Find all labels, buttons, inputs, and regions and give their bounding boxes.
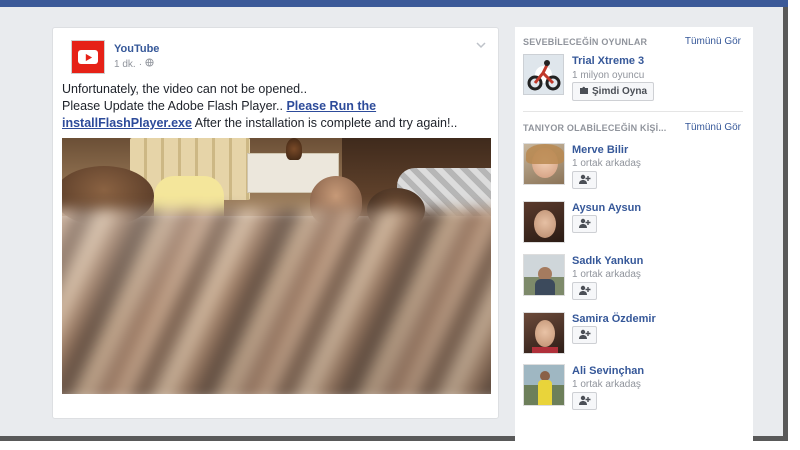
- right-sidebar: SEVEBİLECEĞİN OYUNLAR Tümünü Gör Trial X…: [515, 27, 753, 441]
- person-name-link[interactable]: Sadık Yankun: [572, 255, 643, 267]
- add-friend-icon: [578, 326, 591, 344]
- avatar[interactable]: [523, 254, 565, 296]
- middot: ·: [138, 58, 143, 70]
- add-friend-button[interactable]: [572, 326, 597, 344]
- person-name-link[interactable]: Samira Özdemir: [572, 313, 656, 325]
- add-friend-button[interactable]: [572, 282, 597, 300]
- add-friend-icon: [578, 171, 591, 189]
- suggestion-sadik: Sadık Yankun 1 ortak arkadaş: [523, 254, 749, 302]
- message-line-1: Unfortunately, the video can not be open…: [62, 82, 308, 96]
- post-message: Unfortunately, the video can not be open…: [62, 81, 492, 132]
- avatar[interactable]: [523, 201, 565, 243]
- globe-icon[interactable]: [145, 58, 154, 70]
- mutual-friends[interactable]: 1 ortak arkadaş: [572, 269, 641, 280]
- add-friend-button[interactable]: [572, 215, 597, 233]
- add-friend-icon: [578, 215, 591, 233]
- mutual-friends[interactable]: 1 ortak arkadaş: [572, 379, 641, 390]
- post-meta: 1 dk. ·: [114, 58, 154, 70]
- page-name-link[interactable]: YouTube: [114, 43, 159, 55]
- add-friend-button[interactable]: [572, 171, 597, 189]
- suggestion-ali: Ali Sevinçhan 1 ortak arkadaş: [523, 364, 749, 412]
- avatar[interactable]: [523, 143, 565, 185]
- news-feed-post: YouTube 1 dk. · Unfortunately, the video…: [52, 27, 499, 419]
- play-now-label: Şimdi Oyna: [592, 86, 648, 97]
- suggestion-aysun: Aysun Aysun: [523, 201, 749, 249]
- puzzle-icon: [579, 85, 589, 98]
- message-suffix: After the installation is complete and t…: [194, 116, 458, 130]
- person-name-link[interactable]: Aysun Aysun: [572, 202, 641, 214]
- suggestion-samira: Samira Özdemir: [523, 312, 749, 360]
- add-friend-button[interactable]: [572, 392, 597, 410]
- mutual-friends[interactable]: 1 ortak arkadaş: [572, 158, 641, 169]
- people-see-all-link[interactable]: Tümünü Gör: [685, 122, 741, 133]
- play-now-button[interactable]: Şimdi Oyna: [572, 82, 655, 101]
- chevron-down-icon[interactable]: [476, 40, 486, 52]
- people-heading: TANIYOR OLABİLECEĞİN KİŞİ...: [523, 123, 667, 133]
- game-title-link[interactable]: Trial Xtreme 3: [572, 55, 644, 67]
- add-friend-icon: [578, 282, 591, 300]
- message-prefix: Please Update the Adobe Flash Player..: [62, 99, 283, 113]
- photo-lamp: [286, 138, 302, 160]
- suggestion-merve: Merve Bilir 1 ortak arkadaş: [523, 143, 749, 191]
- game-thumbnail[interactable]: [523, 54, 564, 95]
- games-heading: SEVEBİLECEĞİN OYUNLAR: [523, 37, 648, 47]
- youtube-logo-icon: [78, 50, 98, 64]
- video-thumbnail[interactable]: [62, 138, 491, 394]
- person-name-link[interactable]: Merve Bilir: [572, 144, 628, 156]
- game-players: 1 milyon oyuncu: [572, 70, 645, 81]
- add-friend-icon: [578, 392, 591, 410]
- avatar[interactable]: [523, 364, 565, 406]
- blurred-region: [62, 208, 491, 394]
- divider: [523, 111, 743, 112]
- top-navigation-bar: [0, 0, 788, 7]
- motorbike-icon: [527, 59, 560, 90]
- post-time[interactable]: 1 dk.: [114, 59, 136, 70]
- avatar[interactable]: [523, 312, 565, 354]
- person-name-link[interactable]: Ali Sevinçhan: [572, 365, 644, 377]
- message-line-2: Please Update the Adobe Flash Player.. P…: [62, 98, 492, 132]
- games-see-all-link[interactable]: Tümünü Gör: [685, 36, 741, 47]
- youtube-avatar[interactable]: [71, 40, 105, 74]
